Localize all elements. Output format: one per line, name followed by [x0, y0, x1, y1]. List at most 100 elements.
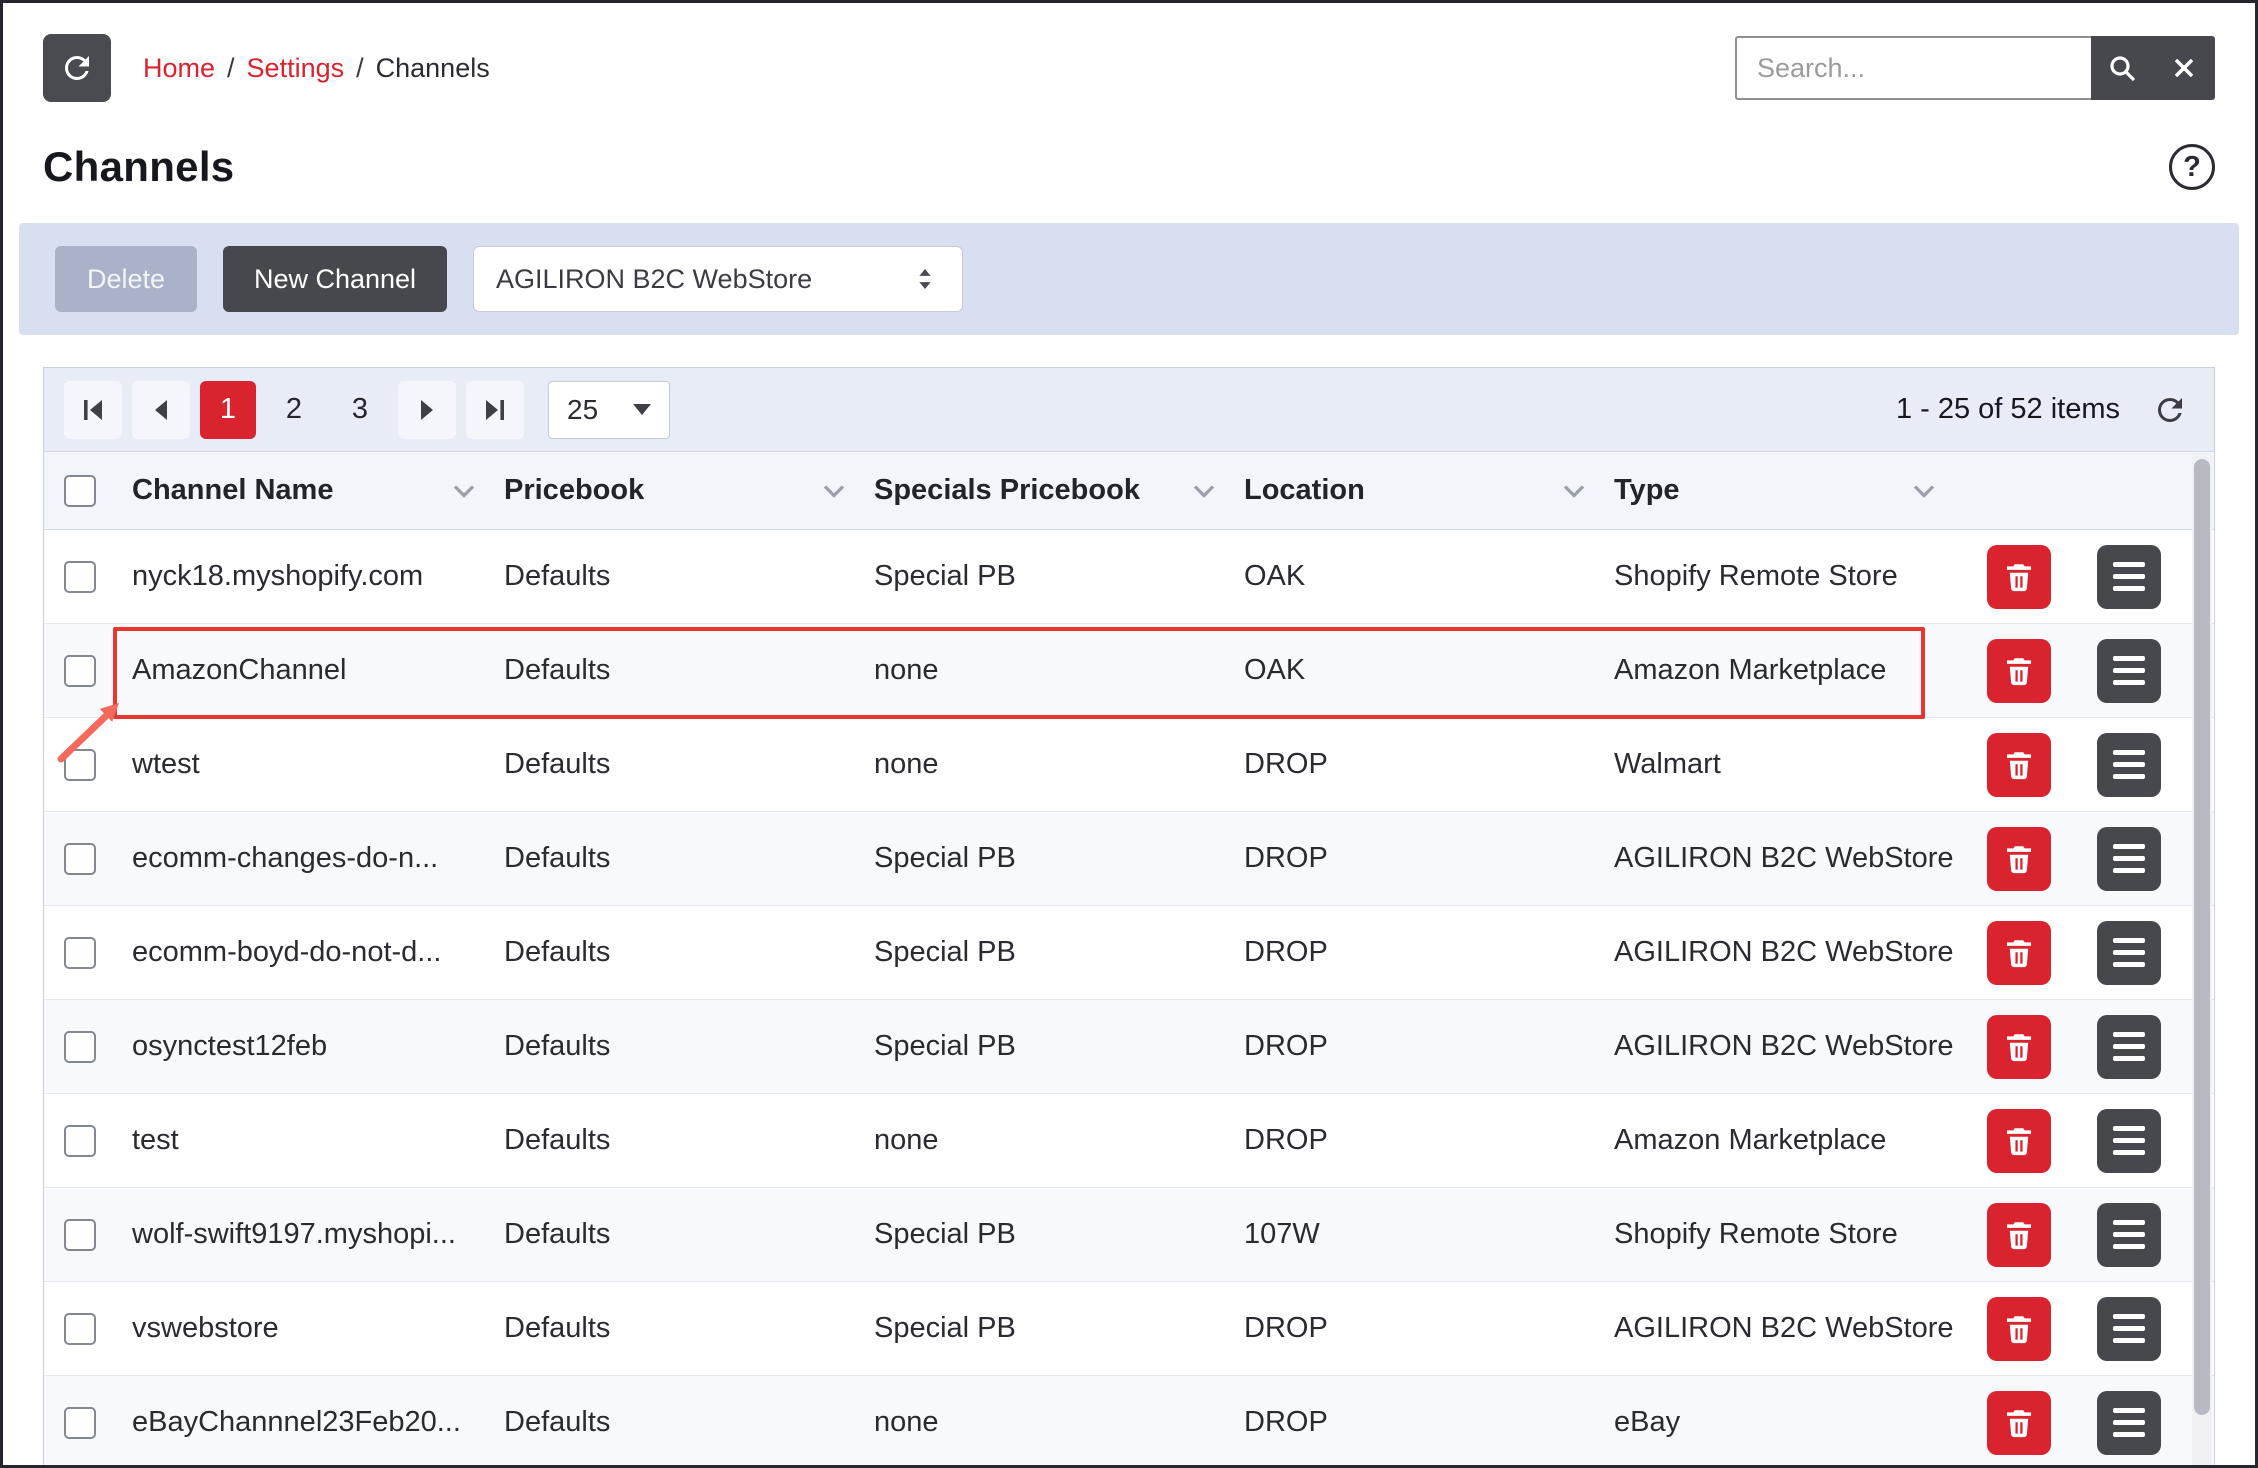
refresh-icon — [59, 50, 95, 86]
delete-row-button[interactable] — [1987, 1297, 2051, 1361]
delete-row-button[interactable] — [1987, 1015, 2051, 1079]
search-group — [1735, 36, 2215, 100]
column-header-type[interactable]: Type — [1614, 474, 1964, 507]
row-menu-button[interactable] — [2097, 639, 2161, 703]
delete-row-button[interactable] — [1987, 921, 2051, 985]
first-page-button[interactable] — [64, 381, 122, 439]
chevron-down-icon[interactable] — [1562, 474, 1586, 507]
cell-location: DROP — [1244, 1030, 1614, 1063]
cell-specials-pricebook: Special PB — [874, 936, 1244, 969]
cell-specials-pricebook: none — [874, 1124, 1244, 1157]
row-checkbox[interactable] — [64, 937, 96, 969]
cell-type: Amazon Marketplace — [1614, 1124, 1964, 1157]
pagination-right: 1 - 25 of 52 items — [1896, 391, 2194, 429]
cell-type: Walmart — [1614, 748, 1964, 781]
row-menu-button[interactable] — [2097, 1391, 2161, 1455]
row-checkbox[interactable] — [64, 1313, 96, 1345]
menu-icon — [2113, 656, 2145, 661]
vertical-scrollbar — [2192, 453, 2212, 1468]
cell-specials-pricebook: none — [874, 748, 1244, 781]
table-row: wolf-swift9197.myshopi... Defaults Speci… — [44, 1188, 2214, 1282]
table-row: wtest Defaults none DROP Walmart — [44, 718, 2214, 812]
row-checkbox[interactable] — [64, 1219, 96, 1251]
page-button-2[interactable]: 2 — [266, 381, 322, 439]
last-page-button[interactable] — [466, 381, 524, 439]
cell-specials-pricebook: Special PB — [874, 560, 1244, 593]
cell-channel-name: ecomm-boyd-do-not-d... — [132, 936, 504, 969]
row-menu-button[interactable] — [2097, 1297, 2161, 1361]
row-menu-button[interactable] — [2097, 1203, 2161, 1267]
table-body: nyck18.myshopify.com Defaults Special PB… — [44, 530, 2214, 1468]
row-menu-button[interactable] — [2097, 733, 2161, 797]
page-button-1[interactable]: 1 — [200, 381, 256, 439]
search-button[interactable] — [2091, 36, 2153, 100]
chevron-down-icon[interactable] — [452, 474, 476, 507]
pagination-bar: 1 2 3 25 1 - 25 of 52 items — [44, 368, 2214, 452]
search-icon — [2106, 52, 2138, 84]
row-checkbox[interactable] — [64, 655, 96, 687]
help-icon[interactable]: ? — [2169, 144, 2215, 190]
cell-pricebook: Defaults — [504, 1312, 874, 1345]
chevron-down-icon[interactable] — [1192, 474, 1216, 507]
row-checkbox[interactable] — [64, 1407, 96, 1439]
row-menu-button[interactable] — [2097, 1109, 2161, 1173]
row-checkbox[interactable] — [64, 843, 96, 875]
next-page-button[interactable] — [398, 381, 456, 439]
previous-page-icon — [147, 396, 175, 424]
channel-type-select[interactable]: AGILIRON B2C WebStore — [473, 246, 963, 312]
delete-row-button[interactable] — [1987, 733, 2051, 797]
search-input[interactable] — [1735, 36, 2091, 100]
row-menu-button[interactable] — [2097, 827, 2161, 891]
chevron-down-icon[interactable] — [822, 474, 846, 507]
breadcrumb: Home / Settings / Channels — [143, 53, 490, 84]
cell-channel-name: wtest — [132, 748, 504, 781]
chevron-down-icon[interactable] — [1912, 474, 1936, 507]
delete-row-button[interactable] — [1987, 1391, 2051, 1455]
delete-row-button[interactable] — [1987, 1109, 2051, 1173]
trash-icon — [2002, 1030, 2036, 1064]
delete-row-button[interactable] — [1987, 1203, 2051, 1267]
row-checkbox[interactable] — [64, 749, 96, 781]
delete-row-button[interactable] — [1987, 639, 2051, 703]
cell-pricebook: Defaults — [504, 842, 874, 875]
breadcrumb-separator: / — [227, 53, 235, 84]
trash-icon — [2002, 748, 2036, 782]
row-menu-button[interactable] — [2097, 921, 2161, 985]
column-header-specials-pricebook[interactable]: Specials Pricebook — [874, 474, 1244, 507]
page-title: Channels — [43, 143, 234, 191]
row-checkbox[interactable] — [64, 1031, 96, 1063]
next-page-icon — [413, 396, 441, 424]
cell-type: eBay — [1614, 1406, 1964, 1439]
refresh-icon — [2152, 392, 2188, 428]
new-channel-button[interactable]: New Channel — [223, 246, 447, 312]
delete-button[interactable]: Delete — [55, 246, 197, 312]
breadcrumb-settings[interactable]: Settings — [247, 53, 345, 84]
delete-row-button[interactable] — [1987, 827, 2051, 891]
refresh-page-button[interactable] — [43, 34, 111, 102]
page-button-3[interactable]: 3 — [332, 381, 388, 439]
cell-channel-name: wolf-swift9197.myshopi... — [132, 1218, 504, 1251]
row-menu-button[interactable] — [2097, 1015, 2161, 1079]
row-menu-button[interactable] — [2097, 545, 2161, 609]
select-all-checkbox[interactable] — [64, 475, 96, 507]
cell-pricebook: Defaults — [504, 1124, 874, 1157]
trash-icon — [2002, 560, 2036, 594]
delete-row-button[interactable] — [1987, 545, 2051, 609]
row-checkbox[interactable] — [64, 561, 96, 593]
row-checkbox[interactable] — [64, 1125, 96, 1157]
chevron-down-icon — [633, 404, 651, 415]
refresh-grid-button[interactable] — [2146, 391, 2194, 429]
column-header-channel-name[interactable]: Channel Name — [132, 474, 504, 507]
previous-page-button[interactable] — [132, 381, 190, 439]
cell-pricebook: Defaults — [504, 1406, 874, 1439]
channel-type-selected-value: AGILIRON B2C WebStore — [496, 264, 812, 295]
scrollbar-thumb[interactable] — [2194, 459, 2210, 1415]
trash-icon — [2002, 1312, 2036, 1346]
column-header-location[interactable]: Location — [1244, 474, 1614, 507]
breadcrumb-home[interactable]: Home — [143, 53, 215, 84]
cell-channel-name: AmazonChannel — [132, 654, 504, 687]
column-header-pricebook[interactable]: Pricebook — [504, 474, 874, 507]
cell-location: DROP — [1244, 1312, 1614, 1345]
clear-search-button[interactable] — [2153, 36, 2215, 100]
page-size-select[interactable]: 25 — [548, 381, 670, 439]
